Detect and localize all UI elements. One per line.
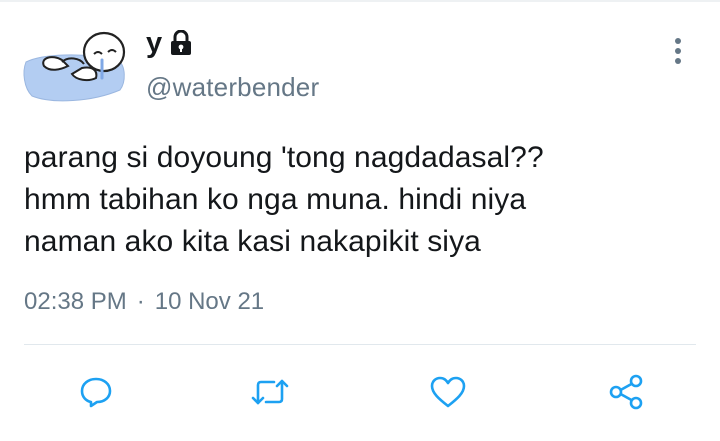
reply-icon	[80, 377, 112, 408]
divider	[24, 344, 696, 345]
tweet-time: 02:38 PM	[24, 288, 127, 315]
retweet-icon	[251, 379, 289, 405]
author-handle[interactable]: @waterbender	[146, 72, 319, 103]
like-icon	[430, 376, 466, 408]
tweet-timestamp[interactable]: 02:38 PM · 10 Nov 21	[24, 288, 264, 316]
avatar-image	[23, 31, 126, 102]
top-border	[0, 0, 720, 2]
tweet-text-line: hmm tabihan ko nga muna. hindi niya	[24, 183, 527, 216]
vertical-dots-icon[interactable]	[670, 36, 686, 66]
share-icon	[609, 374, 643, 410]
lock-icon	[170, 29, 192, 56]
reply-button[interactable]	[74, 370, 118, 414]
tweet-text-line: naman ako kita kasi nakapikit siya	[24, 225, 481, 258]
tweet-text: parang si doyoung 'tong nagdadasal?? hmm…	[24, 137, 704, 263]
like-button[interactable]	[426, 370, 470, 414]
share-button[interactable]	[604, 370, 648, 414]
meta-separator: ·	[136, 288, 145, 315]
retweet-button[interactable]	[248, 370, 292, 414]
author-row: y	[146, 26, 192, 60]
profile-avatar[interactable]	[22, 22, 134, 110]
author-name[interactable]: y	[146, 27, 162, 60]
tweet-date: 10 Nov 21	[154, 288, 265, 315]
tweet-text-line: parang si doyoung 'tong nagdadasal??	[24, 141, 544, 174]
